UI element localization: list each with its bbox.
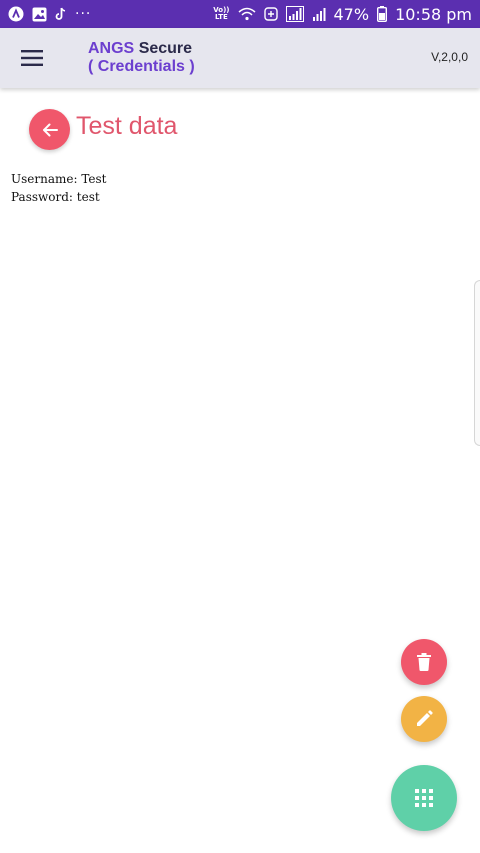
app-title: ANGS Secure ( Credentials ) bbox=[88, 40, 195, 76]
password-line: Password: test bbox=[11, 190, 100, 204]
app-title-brand: ANGS bbox=[88, 40, 135, 57]
back-button[interactable] bbox=[29, 109, 70, 150]
edge-panel-handle[interactable] bbox=[474, 280, 480, 446]
edit-button[interactable] bbox=[401, 696, 447, 742]
status-bar: ··· Vo)) LTE 47% 10:58 pm bbox=[0, 0, 480, 28]
volte-bottom-label: LTE bbox=[214, 13, 228, 21]
credential-details: Username: Test Password: test bbox=[11, 170, 106, 206]
wifi-icon bbox=[238, 7, 256, 21]
menu-button[interactable] bbox=[12, 38, 52, 78]
clock: 10:58 pm bbox=[395, 4, 472, 24]
grid-icon bbox=[415, 789, 433, 807]
app-title-subtitle: ( Credentials ) bbox=[88, 58, 195, 75]
status-right: Vo)) LTE 47% 10:58 pm bbox=[213, 5, 472, 24]
gallery-icon bbox=[32, 7, 47, 22]
pencil-icon bbox=[417, 710, 433, 726]
version-label: V,2,0,0 bbox=[431, 50, 468, 64]
battery-icon bbox=[377, 6, 388, 22]
page-title: Test data bbox=[76, 112, 178, 140]
app-bar: ANGS Secure ( Credentials ) V,2,0,0 bbox=[0, 28, 480, 88]
battery-percent: 47% bbox=[333, 4, 370, 24]
hamburger-icon bbox=[21, 50, 43, 66]
status-left: ··· bbox=[8, 6, 91, 22]
data-saver-icon bbox=[263, 7, 278, 21]
app-a-icon bbox=[8, 6, 24, 22]
delete-button[interactable] bbox=[401, 639, 447, 685]
signal-sim1-icon bbox=[285, 6, 304, 22]
tiktok-icon bbox=[55, 7, 67, 21]
volte-icon: Vo)) LTE bbox=[213, 7, 229, 21]
apps-menu-button[interactable] bbox=[391, 765, 457, 831]
username-line: Username: Test bbox=[11, 172, 107, 186]
signal-sim2-icon bbox=[312, 6, 326, 22]
more-notifications-icon: ··· bbox=[75, 6, 92, 22]
trash-icon bbox=[417, 653, 431, 671]
arrow-left-icon bbox=[42, 123, 58, 136]
app-title-secure: Secure bbox=[138, 40, 193, 57]
